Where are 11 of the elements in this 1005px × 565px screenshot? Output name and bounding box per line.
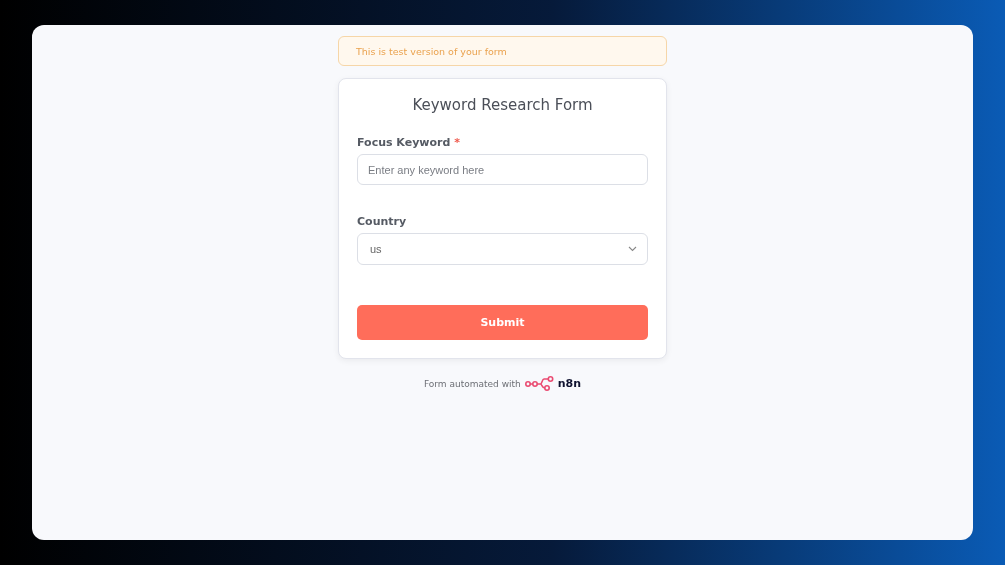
workflow-nodes-icon bbox=[524, 376, 554, 391]
keyword-input[interactable]: Enter any keyword here bbox=[357, 154, 648, 185]
form-title: Keyword Research Form bbox=[411, 96, 594, 114]
required-mark: * bbox=[454, 136, 461, 149]
brand-name: n8n bbox=[557, 377, 582, 390]
country-select[interactable]: us bbox=[357, 233, 648, 265]
footer-text: Form automated with bbox=[423, 378, 521, 389]
banner-text: This is test version of your form bbox=[356, 45, 507, 57]
chevron-down-icon bbox=[628, 246, 637, 252]
field-label: Country bbox=[357, 215, 407, 228]
field-label: Focus Keyword bbox=[357, 136, 451, 149]
